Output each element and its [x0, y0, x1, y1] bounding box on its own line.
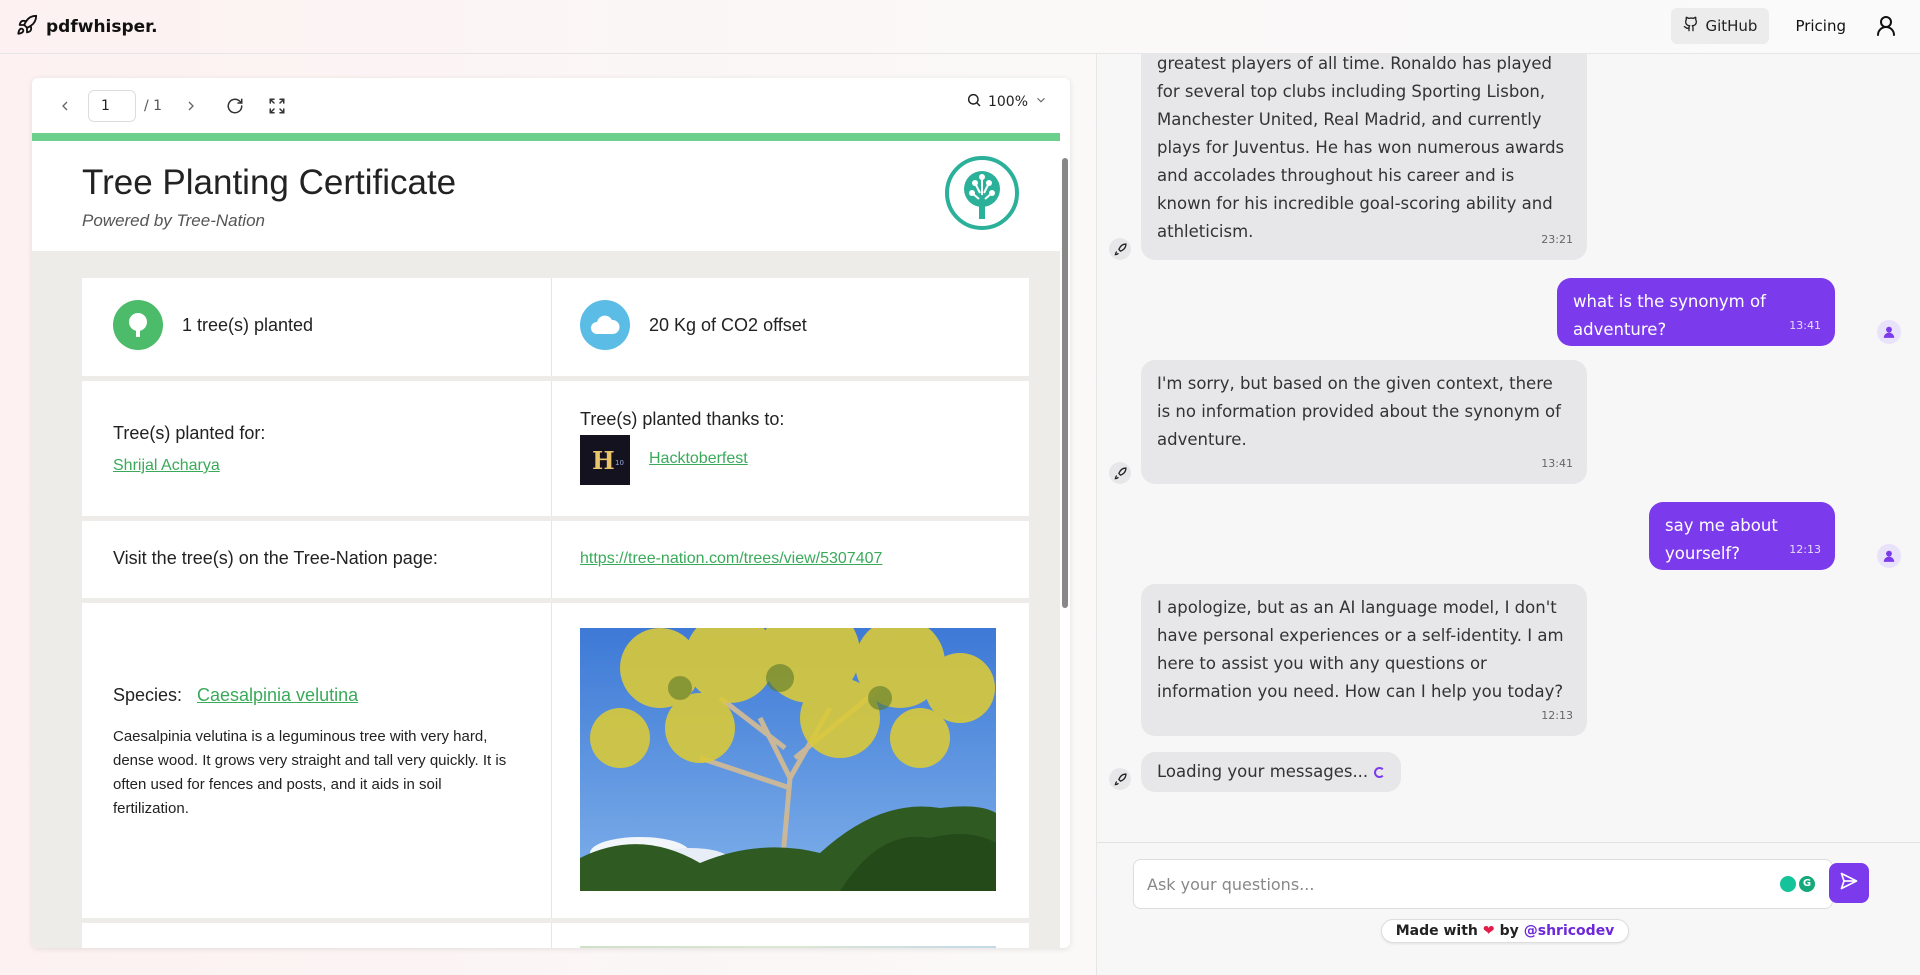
message-timestamp: 13:41: [1789, 319, 1821, 332]
tree-photo: [580, 628, 996, 891]
chat-panel: Cristiano Ronaldo is widely greatest pla…: [1096, 54, 1920, 975]
input-extension-icons: G: [1780, 876, 1815, 892]
pdf-page: Tree Planting Certificate Powered by Tre…: [32, 133, 1060, 948]
certificate-header: Tree Planting Certificate Powered by Tre…: [32, 141, 1060, 251]
certificate-body: 1 tree(s) planted 20 Kg of CO2 offset Tr…: [32, 251, 1060, 948]
certificate-subtitle: Powered by Tree-Nation: [82, 211, 265, 230]
made-with-badge[interactable]: Made with ❤ by @shricodev: [1381, 919, 1629, 943]
brand-name: pdfwhisper.: [46, 17, 158, 37]
pdf-scrollbar[interactable]: [1062, 158, 1068, 608]
bot-message: Cristiano Ronaldo is widely greatest pla…: [1141, 54, 1587, 260]
message-timestamp: 12:13: [1541, 709, 1573, 722]
user-avatar-icon: [1877, 544, 1901, 568]
user-message: what is the synonym of adventure? 13:41: [1557, 278, 1835, 346]
svg-text:10: 10: [615, 459, 624, 467]
user-message: say me about yourself? 12:13: [1649, 502, 1835, 570]
chevron-down-icon: [1034, 93, 1048, 111]
species-label: Species:: [113, 685, 183, 705]
loading-text: Loading your messages...: [1157, 762, 1369, 781]
certificate-top-bar: [32, 133, 1060, 141]
github-icon: [1683, 16, 1699, 36]
bot-message: I'm sorry, but based on the given contex…: [1141, 360, 1587, 484]
bot-message-text: I'm sorry, but based on the given contex…: [1157, 374, 1561, 449]
message-timestamp: 13:41: [1541, 457, 1573, 470]
message-timestamp: 23:21: [1541, 233, 1573, 246]
co2-offset: 20 Kg of CO2 offset: [649, 315, 807, 335]
tree-nation-logo-icon: [944, 155, 1020, 231]
svg-text:H: H: [592, 446, 615, 475]
fullscreen-expand-icon[interactable]: [262, 91, 292, 121]
species-row: Species: Caesalpinia velutina Caesalpini…: [82, 603, 1029, 918]
loading-spinner-icon: [1374, 767, 1386, 778]
divider: [551, 923, 552, 948]
planted-for-row: Tree(s) planted for: Shrijal Acharya Tre…: [82, 381, 1029, 516]
github-button[interactable]: GitHub: [1671, 8, 1770, 44]
thanks-to-name-link[interactable]: Hacktoberfest: [649, 450, 748, 468]
user-account-icon[interactable]: [1872, 12, 1900, 40]
divider: [551, 381, 552, 516]
species-description: Caesalpinia velutina is a leguminous tre…: [113, 728, 507, 817]
question-input[interactable]: Ask your questions...: [1133, 859, 1833, 909]
rocket-icon: [16, 14, 38, 40]
bot-message: I apologize, but as an AI language model…: [1141, 584, 1587, 736]
stats-row: 1 tree(s) planted 20 Kg of CO2 offset: [82, 278, 1029, 376]
zoom-level: 100%: [987, 94, 1028, 110]
brand-logo[interactable]: pdfwhisper.: [16, 14, 158, 40]
zoom-dropdown[interactable]: 100%: [966, 92, 1048, 112]
page-total: / 1: [144, 97, 163, 114]
rotate-icon[interactable]: [220, 91, 250, 121]
divider: [551, 603, 552, 918]
next-page-chevron-right-icon[interactable]: [176, 91, 206, 121]
message-timestamp: 12:13: [1789, 543, 1821, 556]
tree-nation-url-link[interactable]: https://tree-nation.com/trees/view/53074…: [580, 550, 882, 568]
cloud-icon: [580, 300, 630, 350]
bot-rocket-icon: [1109, 238, 1131, 260]
github-label: GitHub: [1705, 17, 1758, 35]
bot-rocket-icon: [1109, 768, 1131, 790]
extension-pin-icon[interactable]: [1780, 876, 1796, 892]
chat-messages: Cristiano Ronaldo is widely greatest pla…: [1097, 54, 1920, 842]
page-number-input[interactable]: 1: [88, 89, 136, 122]
prev-page-chevron-left-icon[interactable]: [50, 91, 80, 121]
planted-for-name-link[interactable]: Shrijal Acharya: [113, 457, 220, 475]
send-button[interactable]: [1829, 863, 1869, 903]
thanks-to-label: Tree(s) planted thanks to:: [580, 409, 785, 429]
trees-planted-count: 1 tree(s) planted: [182, 315, 314, 335]
top-navbar: pdfwhisper. GitHub Pricing: [0, 0, 1920, 54]
map-row: [82, 923, 1029, 948]
species-name-link[interactable]: Caesalpinia velutina: [197, 685, 358, 706]
visit-label: Visit the tree(s) on the Tree-Nation pag…: [113, 548, 438, 568]
pdf-toolbar: 1 / 1 100%: [32, 78, 1070, 133]
grammarly-icon[interactable]: G: [1799, 876, 1815, 892]
user-avatar-icon: [1877, 320, 1901, 344]
made-with-by: by: [1499, 923, 1519, 939]
planted-for-label: Tree(s) planted for:: [113, 423, 266, 443]
made-with-prefix: Made with: [1395, 923, 1478, 939]
bot-message-text: greatest players of all time. Ronaldo ha…: [1157, 54, 1565, 241]
tree-icon: [113, 300, 163, 350]
chat-input-area: Ask your questions... G Made with ❤ by @…: [1097, 842, 1920, 975]
divider: [551, 278, 552, 376]
pricing-link[interactable]: Pricing: [1785, 17, 1856, 35]
author-handle-link[interactable]: @shricodev: [1524, 923, 1615, 939]
bot-rocket-icon: [1109, 462, 1131, 484]
certificate-title: Tree Planting Certificate: [82, 163, 457, 202]
divider: [551, 521, 552, 598]
bot-message-text: I apologize, but as an AI language model…: [1157, 598, 1564, 701]
pdf-viewer: 1 / 1 100% Tree Planting Certificate Pow…: [32, 78, 1070, 948]
map-image: [580, 946, 996, 948]
hacktoberfest-logo: H 10: [580, 435, 630, 485]
visit-row: Visit the tree(s) on the Tree-Nation pag…: [82, 521, 1029, 598]
loading-messages-indicator: Loading your messages...: [1141, 752, 1402, 792]
send-icon: [1839, 871, 1859, 895]
search-icon: [966, 92, 982, 112]
heart-icon: ❤: [1482, 923, 1495, 939]
user-message-text: what is the synonym of adventure?: [1573, 292, 1766, 339]
